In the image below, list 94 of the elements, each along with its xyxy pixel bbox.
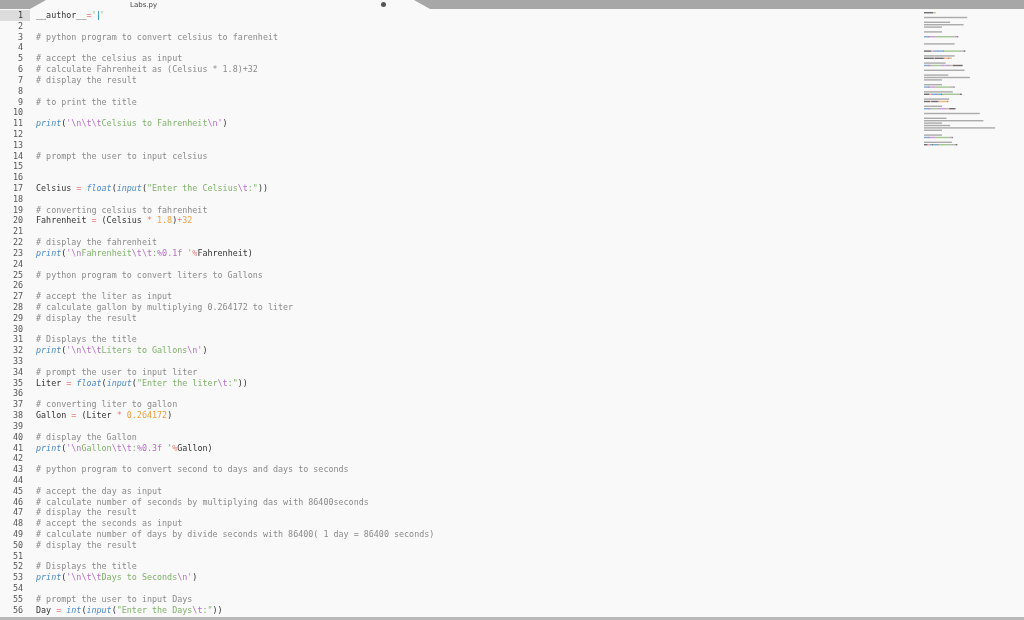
line-number: 52 [11, 561, 24, 573]
line-number: 55 [11, 593, 24, 605]
line-number: 39 [11, 420, 24, 432]
line-number: 29 [11, 312, 24, 324]
code-line: # prompt the user to input Days [36, 593, 193, 605]
code-line: print('\nFahrenheit\t\t:%0.1f '%Fahrenheit) [36, 247, 253, 259]
code-line: # accept the seconds as input [36, 518, 183, 529]
line-number: 36 [11, 388, 24, 400]
code-line: print('\n\t\tCelsius to Fahrenheit\n') [36, 118, 228, 129]
line-number: 9 [16, 96, 24, 108]
line-number: 33 [11, 356, 24, 367]
code-line: # calculate Fahrenheit as (Celsius * 1.8)+32 [36, 64, 258, 75]
line-number: 16 [11, 172, 24, 183]
code-line: # display the Gallon [36, 431, 137, 443]
line-number: 6 [16, 64, 24, 75]
code-line: # display the result [36, 507, 137, 519]
code-line: # to print the title [36, 96, 137, 108]
code-line: # converting celsius to fahrenheit [36, 204, 208, 216]
code-line: Fahrenheit = (Celsius * 1.8)+32 [36, 215, 193, 227]
line-number: 56 [11, 604, 24, 616]
line-number: 10 [11, 107, 24, 119]
line-number: 12 [11, 128, 24, 140]
code-line: Gallon = (Liter * 0.264172) [36, 410, 173, 421]
line-number: 30 [11, 323, 24, 335]
line-number: 43 [11, 464, 24, 475]
line-number: 31 [11, 334, 24, 346]
line-number: 1 [0, 10, 30, 21]
line-number: 44 [11, 474, 24, 486]
code-line: # python program to convert celsius to farenheit [36, 31, 279, 43]
code-line: # Displays the title [36, 561, 137, 573]
line-number: 21 [11, 226, 24, 238]
code-line: # Displays the title [36, 334, 137, 346]
line-number: 49 [11, 529, 24, 540]
line-number: 47 [11, 507, 24, 519]
line-number: 34 [11, 366, 24, 378]
line-number: 40 [11, 431, 24, 443]
line-number: 25 [11, 269, 24, 281]
line-number: 3 [16, 31, 24, 43]
line-number: 7 [16, 74, 24, 86]
line-number: 48 [11, 518, 24, 529]
code-line: # display the fahrenheit [36, 237, 157, 248]
line-number: 26 [11, 280, 24, 292]
line-number: 13 [11, 139, 24, 151]
text-cursor [97, 11, 99, 20]
code-line: # prompt the user to input celsius [36, 150, 208, 162]
line-number: 5 [16, 53, 24, 65]
code-line: __author__=' ' [36, 10, 105, 21]
line-number: 51 [11, 550, 24, 562]
code-line: # accept the liter as input [36, 291, 173, 302]
line-number: 20 [11, 215, 24, 227]
line-number: 18 [11, 193, 24, 205]
code-line: # display the result [36, 312, 137, 324]
line-number: 53 [11, 572, 24, 584]
line-number: 32 [11, 345, 24, 356]
code-line: # prompt the user to input liter [36, 366, 198, 378]
line-number: 45 [11, 485, 24, 497]
code-line: # calculate gallon by multiplying 0.264172 to liter [36, 301, 294, 313]
code-line: # converting liter to gallon [36, 399, 178, 411]
code-line: # display the result [36, 74, 137, 86]
line-number: 23 [11, 247, 24, 259]
line-number: 27 [11, 291, 24, 302]
code-line: # calculate number of days by divide seconds with 86400( 1 day = 86400 seconds) [36, 529, 435, 540]
line-number: 50 [11, 539, 24, 551]
line-number: 46 [11, 496, 24, 508]
code-line: # calculate number of seconds by multiplying das with 86400seconds [36, 496, 369, 508]
code-line: # python program to convert liters to Gallons [36, 269, 263, 281]
code-line: # python program to convert second to days and days to seconds [36, 464, 349, 475]
line-number: 38 [11, 410, 24, 421]
line-number: 42 [11, 453, 24, 465]
line-number: 14 [11, 150, 24, 162]
code-line: # accept the celsius as input [36, 53, 183, 65]
line-number: 24 [11, 258, 24, 270]
line-number: 4 [16, 42, 24, 54]
code-line: # display the result [36, 539, 137, 551]
line-number: 8 [16, 85, 24, 97]
code-line: Celsius = float(input("Enter the Celsius\t:")) [36, 183, 268, 194]
line-number: 2 [16, 20, 24, 32]
line-number: 28 [11, 301, 24, 313]
code-line: print('\nGallon\t\t:%0.3f '%Gallon) [36, 442, 213, 454]
code-line: Liter = float(input("Enter the liter\t:")) [36, 377, 248, 389]
code-line: print('\n\t\tDays to Seconds\n') [36, 572, 198, 584]
line-number: 17 [11, 183, 24, 194]
line-number: 37 [11, 399, 24, 411]
code-line: Day = int(input("Enter the Days\t:")) [36, 604, 223, 616]
line-number: 19 [11, 204, 24, 216]
line-number: 54 [11, 583, 24, 594]
code-line: print('\n\t\tLiters to Gallons\n') [36, 345, 208, 356]
line-number: 22 [11, 237, 24, 248]
code-line: # accept the day as input [36, 485, 163, 497]
line-number: 15 [11, 161, 24, 173]
line-number: 11 [11, 118, 24, 129]
line-number: 35 [11, 377, 24, 389]
line-number: 41 [11, 442, 24, 454]
unsaved-dot-icon[interactable] [381, 2, 386, 7]
